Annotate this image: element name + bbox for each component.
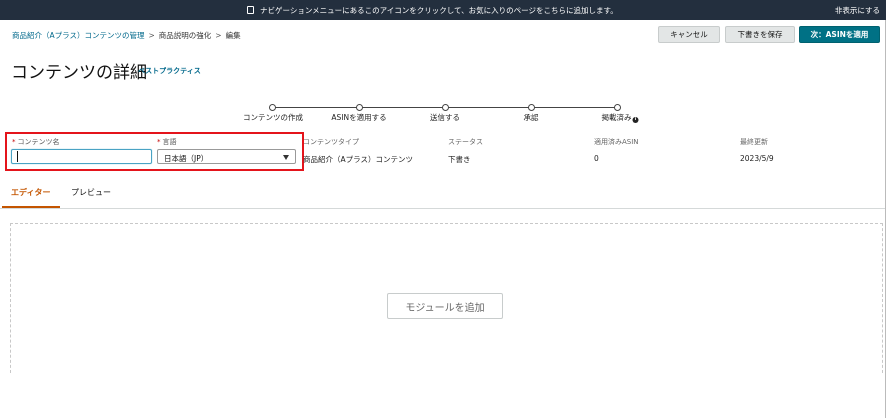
notification-bar: ナビゲーションメニューにあるこのアイコンをクリックして、お気に入りのページをこち… (0, 0, 886, 20)
page-title: コンテンツの詳細 (11, 63, 147, 83)
content-type-label: コンテンツタイプ (303, 138, 359, 146)
step-label-submit: 送信する (430, 113, 460, 122)
save-draft-button[interactable]: 下書きを保存 (725, 26, 795, 43)
step-label-apply-asin: ASINを適用する (331, 113, 387, 122)
breadcrumb-separator: > (215, 31, 222, 40)
step-dot-create (269, 104, 276, 111)
step-label-published: 掲載済み (601, 113, 632, 122)
bookmark-icon (247, 6, 254, 14)
content-type-value: 商品紹介（Aプラス）コンテンツ (303, 155, 413, 164)
step-dot-published (614, 104, 621, 111)
tab-preview[interactable]: プレビュー (71, 187, 111, 198)
step-dot-approval (528, 104, 535, 111)
cancel-button[interactable]: キャンセル (658, 26, 720, 43)
best-practices-link[interactable]: ベストプラクティス (138, 66, 201, 76)
step-dot-submit (442, 104, 449, 111)
next-apply-asin-button[interactable]: 次：ASINを適用 (799, 26, 880, 43)
breadcrumb-item-manage[interactable]: 商品紹介（Aプラス）コンテンツの管理 (12, 31, 144, 40)
info-icon[interactable]: i (632, 117, 639, 123)
breadcrumb-item-enhanced[interactable]: 商品説明の強化 (159, 31, 212, 40)
applied-asin-value: 0 (594, 154, 599, 163)
status-value: 下書き (448, 155, 471, 164)
breadcrumb-item-edit: 編集 (225, 31, 241, 40)
applied-asin-label: 適用済みASIN (594, 138, 639, 146)
breadcrumb-separator: > (148, 31, 155, 40)
step-label-approval: 承認 (523, 113, 539, 122)
notification-message: ナビゲーションメニューにあるこのアイコンをクリックして、お気に入りのページをこち… (260, 6, 618, 15)
notification-message-wrap: ナビゲーションメニューにあるこのアイコンをクリックして、お気に入りのページをこち… (247, 5, 618, 16)
add-module-button[interactable]: モジュールを追加 (387, 293, 503, 319)
status-label: ステータス (448, 138, 483, 146)
step-label-create: コンテンツの作成 (243, 113, 303, 122)
breadcrumb: 商品紹介（Aプラス）コンテンツの管理 > 商品説明の強化 > 編集 (12, 30, 241, 41)
tab-divider (0, 208, 886, 209)
step-label-published-wrap: 掲載済み i (602, 112, 639, 123)
last-updated-label: 最終更新 (740, 138, 768, 146)
tab-editor[interactable]: エディター (11, 187, 50, 198)
step-dot-apply-asin (356, 104, 363, 111)
last-updated-value: 2023/5/9 (740, 154, 774, 163)
highlight-box (5, 132, 304, 171)
hide-notification-link[interactable]: 非表示にする (835, 5, 880, 16)
